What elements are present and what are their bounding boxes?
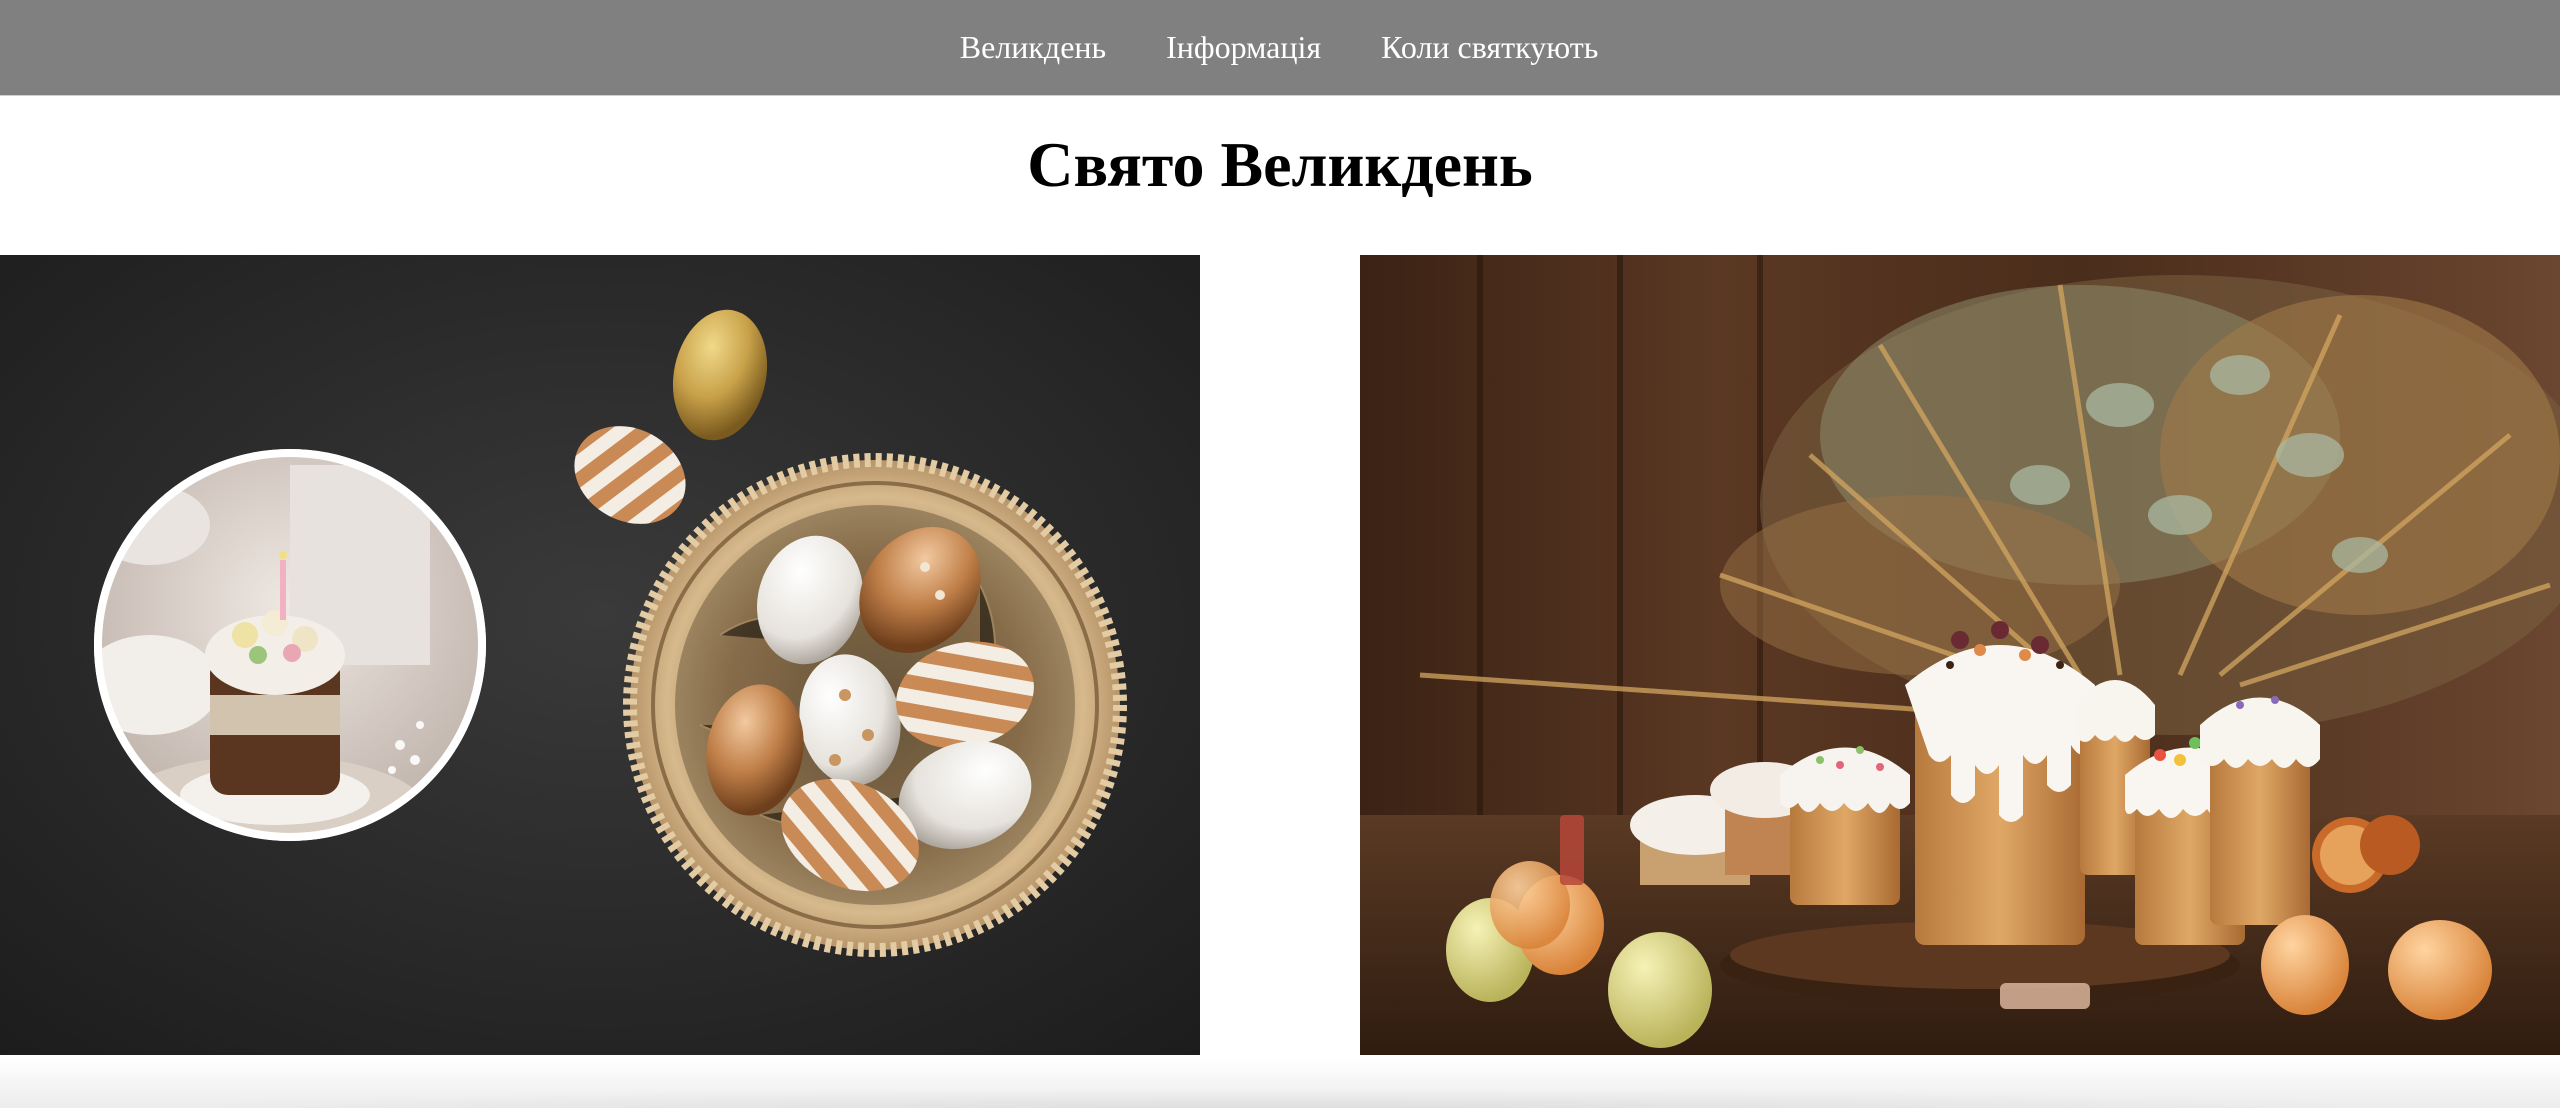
nav-link-when-celebrated[interactable]: Коли святкують (1381, 29, 1598, 66)
easter-cakes-image (1360, 255, 2560, 1055)
bottom-shadow-strip (0, 1058, 2560, 1108)
page-title: Свято Великдень (1027, 129, 1533, 200)
nav-link-information[interactable]: Інформація (1166, 29, 1321, 66)
top-navigation: Великдень Інформація Коли святкують (0, 0, 2560, 96)
nav-link-easter[interactable]: Великдень (960, 29, 1106, 66)
easter-eggs-basket-image (0, 255, 1200, 1055)
